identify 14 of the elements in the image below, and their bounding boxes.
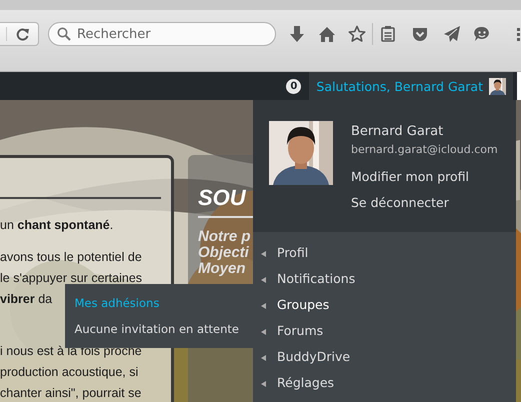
reload-icon [16,27,30,41]
account-link[interactable]: Salutations, Bernard Garat [309,72,513,100]
reload-button[interactable] [0,22,39,46]
search-icon [57,27,71,41]
notification-count[interactable]: 0 [286,78,302,94]
send-icon[interactable] [443,25,461,43]
star-icon[interactable] [348,25,366,43]
home-icon[interactable] [318,25,336,43]
chat-icon[interactable] [473,25,491,43]
pocket-icon[interactable] [411,25,429,43]
download-icon[interactable] [288,25,306,43]
menu-icon[interactable] [517,25,521,43]
reading-list-icon[interactable] [379,25,397,43]
search-field[interactable]: Rechercher [48,22,276,46]
